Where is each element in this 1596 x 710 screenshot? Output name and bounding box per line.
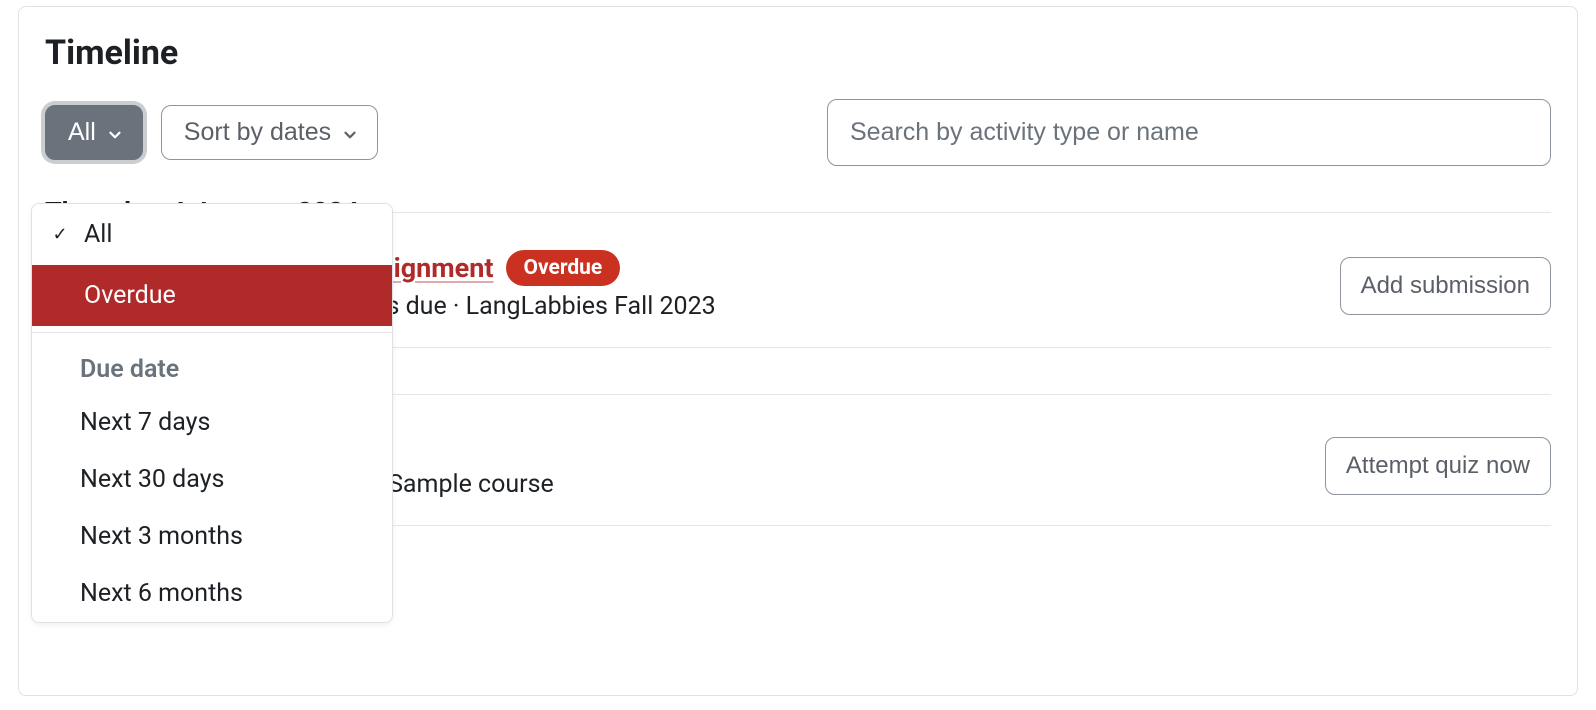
timeline-card: Timeline All Sort by dates Thursday, 4 J… — [18, 6, 1578, 696]
attempt-quiz-button[interactable]: Attempt quiz now — [1325, 437, 1551, 495]
page-title: Timeline — [45, 33, 1551, 73]
controls-row: All Sort by dates — [45, 99, 1551, 166]
check-icon: ✓ — [50, 224, 70, 245]
filter-option-next-3-months[interactable]: Next 3 months — [32, 508, 392, 565]
dropdown-section-header: Due date — [32, 339, 392, 394]
filter-option-label: Overdue — [84, 281, 176, 310]
overdue-badge: Overdue — [506, 250, 621, 286]
divider-line — [324, 394, 1551, 395]
chevron-down-icon — [341, 126, 355, 140]
filter-option-label: All — [84, 220, 112, 249]
filter-option-next-30-days[interactable]: Next 30 days — [32, 451, 392, 508]
filter-dropdown: ✓ All Overdue Due date Next 7 days Next … — [31, 203, 393, 623]
filter-option-all[interactable]: ✓ All — [32, 204, 392, 265]
search-input[interactable] — [827, 99, 1551, 166]
filter-option-overdue[interactable]: Overdue — [32, 265, 392, 326]
search-container — [827, 99, 1551, 166]
dropdown-divider — [32, 332, 392, 333]
sort-button[interactable]: Sort by dates — [161, 105, 378, 160]
filter-option-next-7-days[interactable]: Next 7 days — [32, 394, 392, 451]
filter-button-label: All — [68, 120, 96, 145]
filter-option-next-6-months[interactable]: Next 6 months — [32, 565, 392, 622]
filter-button[interactable]: All — [45, 105, 143, 160]
chevron-down-icon — [106, 126, 120, 140]
sort-button-label: Sort by dates — [184, 120, 331, 145]
divider-line — [373, 212, 1551, 213]
add-submission-button[interactable]: Add submission — [1340, 257, 1551, 315]
